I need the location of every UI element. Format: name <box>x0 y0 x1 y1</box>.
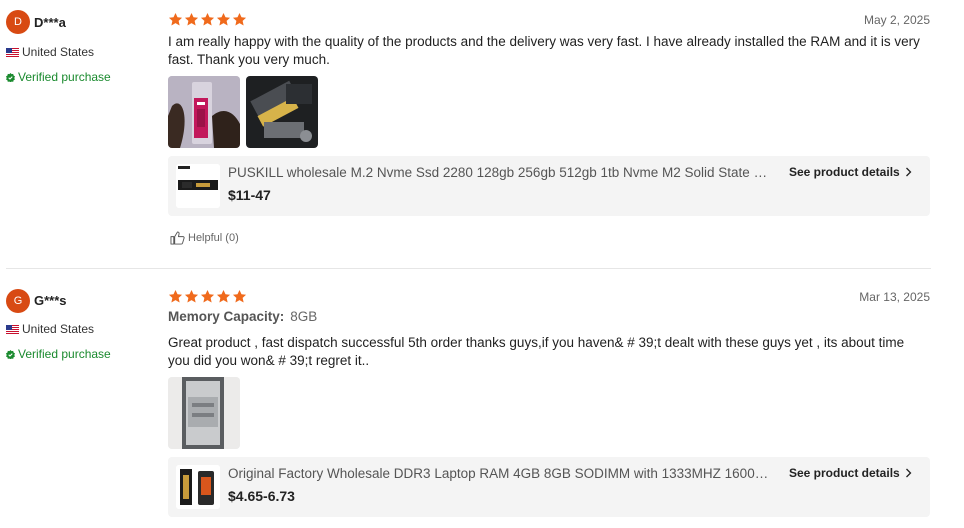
review-text: I am really happy with the quality of th… <box>168 34 920 67</box>
verified-badge: Verified purchase <box>6 347 111 361</box>
star-icon <box>184 12 199 26</box>
star-icon <box>232 289 247 303</box>
star-icon <box>232 12 247 26</box>
product-title: Original Factory Wholesale DDR3 Laptop R… <box>228 466 776 481</box>
star-icon <box>168 289 183 303</box>
us-flag-icon <box>6 47 19 57</box>
country-label: United States <box>22 322 95 336</box>
attribute-key: Memory Capacity: <box>168 309 285 324</box>
product-price: $11-47 <box>228 187 271 203</box>
star-rating <box>168 12 247 27</box>
review-card: D D***a United States Verified purchase … <box>0 0 964 268</box>
star-icon <box>184 289 199 303</box>
review-photo[interactable] <box>168 76 240 148</box>
ram-product-image <box>176 465 220 509</box>
ram-bag-photo <box>168 377 240 449</box>
star-icon <box>216 289 231 303</box>
see-product-details-label: See product details <box>789 165 900 179</box>
product-title: PUSKILL wholesale M.2 Nvme Ssd 2280 128g… <box>228 165 776 180</box>
country-label: United States <box>22 45 95 59</box>
ssd-product-image <box>176 164 220 208</box>
review-date: May 2, 2025 <box>863 13 930 27</box>
verified-check-icon <box>6 72 15 82</box>
see-product-details-label: See product details <box>789 466 900 480</box>
product-thumbnail <box>176 465 220 509</box>
us-flag-icon <box>6 324 19 334</box>
verified-check-icon <box>6 349 15 359</box>
review-text: Great product , fast dispatch successful… <box>168 335 905 368</box>
verified-badge: Verified purchase <box>6 70 111 84</box>
helpful-button[interactable]: Helpful (0) <box>170 231 239 245</box>
ssd-install-photo <box>246 76 318 148</box>
see-product-details-link[interactable]: See product details <box>789 466 912 480</box>
star-icon <box>216 12 231 26</box>
reviewer-country: United States <box>6 322 94 336</box>
reviewer-name: G***s <box>34 293 67 308</box>
review-date: Mar 13, 2025 <box>859 290 930 304</box>
review-photo[interactable] <box>246 76 318 148</box>
product-card[interactable]: PUSKILL wholesale M.2 Nvme Ssd 2280 128g… <box>168 156 930 216</box>
attribute-value: 8GB <box>290 309 318 324</box>
ram-package-photo <box>168 76 240 148</box>
reviewer-name: D***a <box>34 15 66 30</box>
product-thumbnail <box>176 164 220 208</box>
review-photo[interactable] <box>168 377 240 449</box>
chevron-right-icon <box>905 468 912 478</box>
star-icon <box>200 12 215 26</box>
avatar: D <box>6 10 30 34</box>
verified-label: Verified purchase <box>18 70 111 84</box>
star-icon <box>168 12 183 26</box>
reviewer-country: United States <box>6 45 94 59</box>
chevron-right-icon <box>905 167 912 177</box>
helpful-label: Helpful (0) <box>188 232 239 244</box>
star-rating <box>168 289 247 304</box>
review-card: G G***s United States Verified purchase … <box>0 269 964 528</box>
product-price: $4.65-6.73 <box>228 488 295 504</box>
sku-attribute: Memory Capacity: 8GB <box>168 309 317 324</box>
verified-label: Verified purchase <box>18 347 111 361</box>
star-icon <box>200 289 215 303</box>
see-product-details-link[interactable]: See product details <box>789 165 912 179</box>
thumbs-up-icon <box>170 231 185 245</box>
product-card[interactable]: Original Factory Wholesale DDR3 Laptop R… <box>168 457 930 517</box>
avatar: G <box>6 289 30 313</box>
